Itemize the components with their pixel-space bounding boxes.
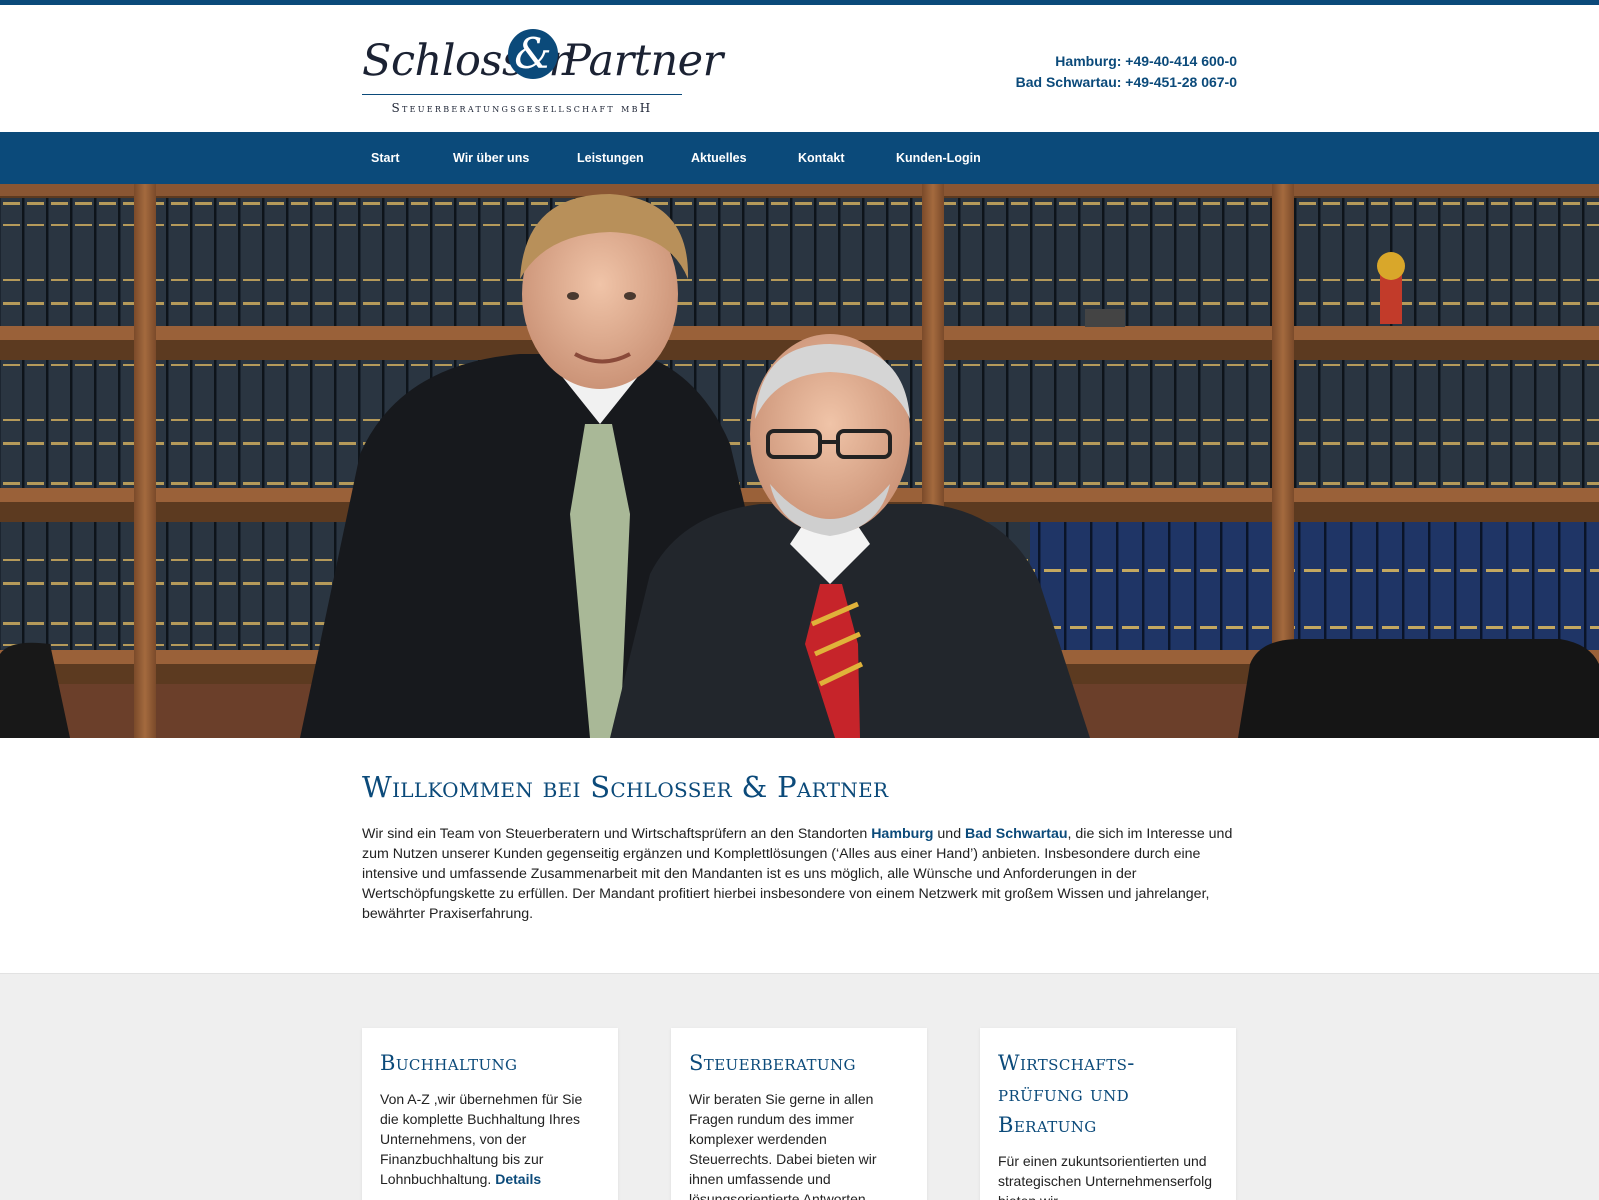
service-title-line-3: Beratung — [998, 1113, 1097, 1137]
service-title: Buchhaltung — [380, 1051, 518, 1075]
nav-item-kontakt[interactable]: Kontakt — [798, 132, 845, 184]
service-title: Wirtschafts-prüfung und Beratung — [998, 1048, 1218, 1141]
phone-bad-schwartau[interactable]: Bad Schwartau: +49-451-28 067-0 — [1016, 72, 1237, 93]
logo-name-right: Partner — [562, 36, 723, 86]
service-text: Für einen zukuntsorientierten und strate… — [998, 1153, 1213, 1200]
company-logo[interactable]: Schlosser & Partner Steuerberatungsgesel… — [362, 25, 723, 120]
service-card-steuerberatung[interactable]: Steuerberatung Wir beraten Sie gerne in … — [671, 1028, 927, 1200]
service-title-line-1: Wirtschafts- — [998, 1051, 1135, 1075]
phone-hamburg[interactable]: Hamburg: +49-40-414 600-0 — [1016, 51, 1237, 72]
logo-subtitle: Steuerberatungsgesellschaft mbH — [391, 101, 653, 115]
logo-divider — [362, 94, 682, 95]
welcome-text-part-2: und — [933, 826, 966, 842]
link-bad-schwartau[interactable]: Bad Schwartau — [965, 826, 1068, 842]
service-title: Steuerberatung — [689, 1051, 856, 1075]
nav-item-aktuelles[interactable]: Aktuelles — [691, 132, 747, 184]
nav-item-wir-ueber-uns[interactable]: Wir über uns — [453, 132, 529, 184]
welcome-text: Wir sind ein Team von Steuerberatern und… — [362, 824, 1237, 924]
service-title-line-2: prüfung und — [998, 1082, 1130, 1106]
service-card-wirtschaftspruefung[interactable]: Wirtschafts-prüfung und Beratung Für eine… — [980, 1028, 1236, 1200]
link-hamburg[interactable]: Hamburg — [871, 826, 933, 842]
nav-item-start[interactable]: Start — [371, 132, 399, 184]
details-link[interactable]: Details — [495, 1171, 541, 1187]
service-description: Von A-Z ,wir übernehmen für Sie die komp… — [380, 1091, 583, 1187]
welcome-title: Willkommen bei Schlosser & Partner — [362, 770, 889, 804]
logo-ampersand-badge: & — [508, 29, 558, 79]
site-header: Schlosser & Partner Steuerberatungsgesel… — [0, 5, 1599, 132]
welcome-section: Willkommen bei Schlosser & Partner Wir s… — [362, 770, 1237, 924]
service-card-buchhaltung[interactable]: Buchhaltung Von A-Z ,wir übernehmen für … — [362, 1028, 618, 1200]
services-section: Buchhaltung Von A-Z ,wir übernehmen für … — [0, 973, 1599, 1200]
service-text: Wir beraten Sie gerne in allen Fragen ru… — [689, 1091, 877, 1200]
nav-item-kunden-login[interactable]: Kunden-Login — [896, 132, 981, 184]
service-text: Von A-Z ,wir übernehmen für Sie die komp… — [380, 1089, 600, 1189]
contact-phone-numbers: Hamburg: +49-40-414 600-0 Bad Schwartau:… — [1016, 51, 1237, 93]
welcome-text-part-1: Wir sind ein Team von Steuerberatern und… — [362, 826, 872, 842]
nav-item-leistungen[interactable]: Leistungen — [577, 132, 644, 184]
main-navigation: Start Wir über uns Leistungen Aktuelles … — [0, 132, 1599, 184]
hero-photo-partners-in-library — [0, 184, 1599, 738]
